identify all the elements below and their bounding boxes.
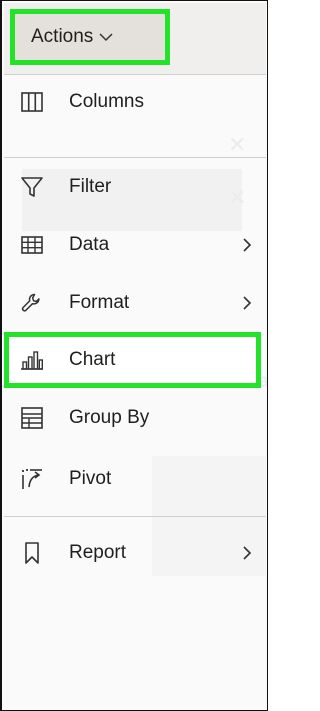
- menu-item-filter[interactable]: Filter: [4, 158, 266, 216]
- menu-item-report[interactable]: Report: [4, 517, 266, 589]
- menu-item-label: Filter: [69, 176, 112, 197]
- pivot-icon: [22, 469, 42, 489]
- group-by-icon: [21, 407, 43, 429]
- chevron-right-icon: [243, 296, 252, 310]
- bar-chart-icon: [21, 351, 43, 370]
- chevron-right-icon: [243, 238, 252, 252]
- actions-toolbar: Actions: [4, 3, 266, 75]
- actions-label: Actions: [31, 26, 94, 47]
- menu-item-group-by[interactable]: Group By: [4, 388, 266, 448]
- columns-icon: [21, 92, 43, 112]
- actions-menu-panel: ✕ ✕ Purchase Date Actions Columns Filter: [0, 0, 268, 711]
- data-table-icon: [21, 236, 43, 254]
- menu-item-label: Data: [69, 234, 110, 255]
- menu-item-label: Group By: [69, 407, 150, 428]
- filter-icon: [21, 177, 43, 197]
- chevron-right-icon: [243, 546, 252, 560]
- menu-item-format[interactable]: Format: [4, 274, 266, 332]
- menu-item-chart[interactable]: Chart: [4, 332, 261, 388]
- menu-item-label: Chart: [69, 349, 116, 370]
- menu-item-label: Report: [69, 542, 127, 563]
- menu-item-label: Format: [69, 292, 130, 313]
- menu-item-label: Columns: [69, 91, 144, 112]
- bookmark-icon: [25, 542, 39, 564]
- actions-menu: Columns Filter Data Format Chart Group B…: [4, 75, 266, 589]
- actions-button[interactable]: Actions: [10, 9, 170, 65]
- menu-item-pivot[interactable]: Pivot: [4, 448, 266, 510]
- menu-item-data[interactable]: Data: [4, 216, 266, 274]
- menu-item-columns[interactable]: Columns: [4, 75, 266, 129]
- menu-item-label: Pivot: [69, 468, 112, 489]
- chevron-down-icon: [99, 33, 113, 42]
- wrench-icon: [21, 293, 40, 312]
